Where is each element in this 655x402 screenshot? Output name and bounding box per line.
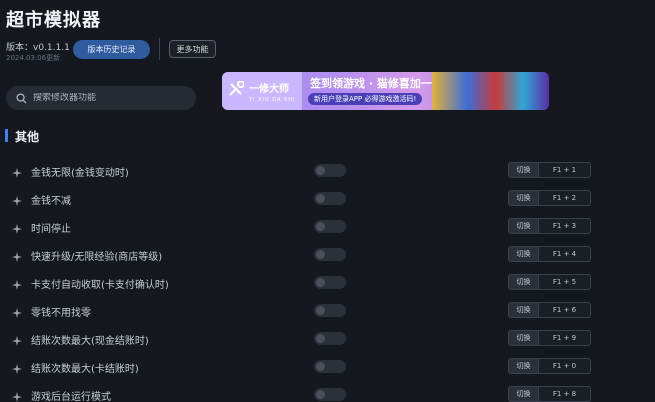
version-label: 版本：v0.1.1.1 bbox=[6, 43, 70, 53]
cheat-toggle[interactable] bbox=[314, 388, 346, 401]
cheat-label: 零钱不用找零 bbox=[31, 308, 91, 319]
cheat-toggle[interactable] bbox=[314, 332, 346, 345]
toggle-knob bbox=[316, 334, 325, 343]
sparkle-icon bbox=[11, 192, 23, 206]
switch-key-button[interactable]: 切换 bbox=[508, 246, 539, 262]
switch-key-button[interactable]: 切换 bbox=[508, 302, 539, 318]
toggle-knob bbox=[316, 278, 325, 287]
cheat-row: 快速升级/无限经验(商店等级) 切换 F1 + 4 bbox=[0, 242, 655, 270]
cheat-label: 游戏后台运行模式 bbox=[31, 392, 111, 402]
banner-game-art bbox=[432, 72, 549, 110]
cheat-label: 结账次数最大(卡结账时) bbox=[31, 364, 139, 375]
cheat-row: 游戏后台运行模式 切换 F1 + 8 bbox=[0, 382, 655, 402]
sparkle-icon bbox=[11, 304, 23, 318]
cheat-label: 卡支付自动收取(卡支付确认时) bbox=[31, 280, 169, 291]
toggle-knob bbox=[316, 222, 325, 231]
cheat-row: 结账次数最大(卡结账时) 切换 F1 + 0 bbox=[0, 354, 655, 382]
switch-key-button[interactable]: 切换 bbox=[508, 330, 539, 346]
cheat-toggle[interactable] bbox=[314, 304, 346, 317]
switch-key-button[interactable]: 切换 bbox=[508, 386, 539, 402]
banner-headline: 签到领游戏 · 猫修喜加一 bbox=[310, 77, 432, 90]
more-features-button[interactable]: 更多功能 bbox=[169, 40, 216, 58]
hotkey-field[interactable]: F1 + 3 bbox=[539, 218, 591, 234]
hotkey-field[interactable]: F1 + 4 bbox=[539, 246, 591, 262]
toggle-knob bbox=[316, 362, 325, 371]
sparkle-icon bbox=[11, 388, 23, 402]
cheat-row: 时间停止 切换 F1 + 3 bbox=[0, 214, 655, 242]
toggle-knob bbox=[316, 390, 325, 399]
toggle-knob bbox=[316, 166, 325, 175]
banner-logo-text: 一修大师 bbox=[249, 83, 289, 95]
sparkle-icon bbox=[11, 248, 23, 262]
hotkey-field[interactable]: F1 + 9 bbox=[539, 330, 591, 346]
cheat-toggle[interactable] bbox=[314, 248, 346, 261]
toggle-knob bbox=[316, 306, 325, 315]
sparkle-icon bbox=[11, 220, 23, 234]
app-title: 超市模拟器 bbox=[6, 10, 101, 31]
hotkey-field[interactable]: F1 + 5 bbox=[539, 274, 591, 290]
banner-subline: 新用户登录APP 必得游戏激活码! bbox=[308, 93, 423, 105]
cheat-row: 金钱无限(金钱变动时) 切换 F1 + 1 bbox=[0, 158, 655, 186]
cheat-label: 金钱无限(金钱变动时) bbox=[31, 168, 129, 179]
cheat-label: 金钱不减 bbox=[31, 196, 71, 207]
switch-key-button[interactable]: 切换 bbox=[508, 218, 539, 234]
promo-banner[interactable]: 一修大师 YI XIU DA SHI 签到领游戏 · 猫修喜加一 新用户登录AP… bbox=[222, 72, 549, 110]
section-title: 其他 bbox=[15, 130, 40, 144]
wrench-icon bbox=[228, 80, 245, 101]
search-icon bbox=[16, 89, 27, 108]
sparkle-icon bbox=[11, 164, 23, 178]
cheat-toggle[interactable] bbox=[314, 220, 346, 233]
sparkle-icon bbox=[11, 276, 23, 290]
cheat-toggle[interactable] bbox=[314, 164, 346, 177]
switch-key-button[interactable]: 切换 bbox=[508, 358, 539, 374]
cheat-label: 快速升级/无限经验(商店等级) bbox=[31, 252, 163, 263]
cheat-row: 卡支付自动收取(卡支付确认时) 切换 F1 + 5 bbox=[0, 270, 655, 298]
sparkle-icon bbox=[11, 332, 23, 346]
header-divider bbox=[159, 38, 160, 60]
cheat-row: 金钱不减 切换 F1 + 2 bbox=[0, 186, 655, 214]
hotkey-field[interactable]: F1 + 2 bbox=[539, 190, 591, 206]
banner-logo-pinyin: YI XIU DA SHI bbox=[249, 96, 296, 103]
version-history-button[interactable]: 版本历史记录 bbox=[73, 40, 150, 59]
update-date: 2024.03.06更新 bbox=[6, 54, 61, 62]
cheat-toggle[interactable] bbox=[314, 360, 346, 373]
section-accent bbox=[5, 129, 8, 142]
toggle-knob bbox=[316, 194, 325, 203]
hotkey-field[interactable]: F1 + 6 bbox=[539, 302, 591, 318]
sparkle-icon bbox=[11, 360, 23, 374]
hotkey-field[interactable]: F1 + 1 bbox=[539, 162, 591, 178]
cheat-label: 时间停止 bbox=[31, 224, 71, 235]
cheat-row: 结账次数最大(现金结账时) 切换 F1 + 9 bbox=[0, 326, 655, 354]
hotkey-field[interactable]: F1 + 8 bbox=[539, 386, 591, 402]
cheat-toggle[interactable] bbox=[314, 276, 346, 289]
cheat-row: 零钱不用找零 切换 F1 + 6 bbox=[0, 298, 655, 326]
switch-key-button[interactable]: 切换 bbox=[508, 190, 539, 206]
cheat-toggle[interactable] bbox=[314, 192, 346, 205]
search-box[interactable] bbox=[6, 86, 196, 110]
switch-key-button[interactable]: 切换 bbox=[508, 162, 539, 178]
banner-logo: 一修大师 YI XIU DA SHI bbox=[222, 72, 302, 110]
search-input[interactable] bbox=[33, 93, 183, 103]
cheat-label: 结账次数最大(现金结账时) bbox=[31, 336, 149, 347]
switch-key-button[interactable]: 切换 bbox=[508, 274, 539, 290]
toggle-knob bbox=[316, 250, 325, 259]
hotkey-field[interactable]: F1 + 0 bbox=[539, 358, 591, 374]
